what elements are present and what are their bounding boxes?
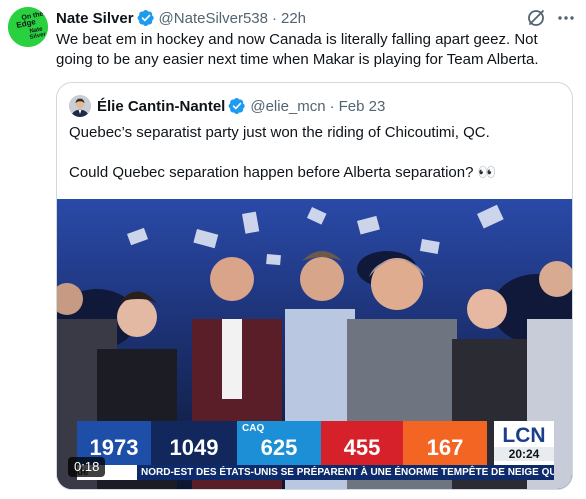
score-caq: CAQ 625 [237, 421, 321, 465]
tweet-header: Nate Silver @NateSilver538 · 22h [56, 8, 306, 28]
verified-badge-icon [137, 9, 154, 27]
video-duration-badge: 0:18 [68, 457, 106, 477]
tweet-text: We beat em in hockey and now Canada is l… [56, 31, 539, 68]
score-pcq-value: 455 [343, 435, 381, 460]
quote-author-name[interactable]: Élie Cantin-Nantel [97, 98, 225, 115]
ticker-message: NORD-EST DES ÉTATS-UNIS SE PRÉPARENT À U… [137, 465, 554, 480]
election-scoreboard: 1973 1049 CAQ 625 455 167 [77, 421, 487, 465]
score-qs-value: 167 [426, 435, 464, 460]
score-plq: 1049 [151, 421, 237, 465]
network-name: LCN [502, 424, 546, 447]
score-pcq: 455 [321, 421, 403, 465]
quote-verified-badge-icon [229, 97, 246, 115]
quote-header: Élie Cantin-Nantel @elie_mcn · Feb 23 [69, 95, 386, 117]
author-avatar[interactable]: On the Edge Nate Silver [8, 7, 48, 47]
network-logo: LCN 20:24 [494, 421, 554, 465]
separator-dot: · [272, 9, 277, 27]
author-name[interactable]: Nate Silver [56, 10, 134, 27]
score-qs: 167 [403, 421, 487, 465]
author-handle[interactable]: @NateSilver538 [159, 10, 268, 27]
quote-paragraph-1: Quebec’s separatist party just won the r… [69, 124, 490, 141]
tweet[interactable]: On the Edge Nate Silver Nate Silver @Nat… [0, 0, 586, 499]
quote-paragraph-2: Could Quebec separation happen before Al… [69, 164, 497, 181]
quote-separator-dot: · [329, 97, 335, 115]
score-plq-value: 1049 [169, 435, 219, 460]
news-ticker: deNORD-EST DES ÉTATS-UNIS SE PRÉPARENT À… [77, 465, 554, 480]
quoted-tweet[interactable]: Élie Cantin-Nantel @elie_mcn · Feb 23 Qu… [56, 82, 573, 490]
score-caq-value: 625 [260, 435, 298, 460]
tweet-time[interactable]: 22h [281, 10, 306, 27]
quote-author-avatar[interactable] [69, 95, 91, 117]
quote-author-handle[interactable]: @elie_mcn [250, 98, 325, 115]
grok-icon[interactable] [526, 8, 546, 28]
broadcast-clock: 20:24 [494, 447, 554, 461]
video-player[interactable]: 1973 1049 CAQ 625 455 167 LCN 20:24 NORD… [57, 199, 572, 489]
quote-date[interactable]: Feb 23 [339, 98, 386, 115]
score-caq-label: CAQ [242, 423, 265, 434]
more-options-icon[interactable] [556, 8, 576, 28]
quote-text: Quebec’s separatist party just won the r… [69, 123, 564, 183]
